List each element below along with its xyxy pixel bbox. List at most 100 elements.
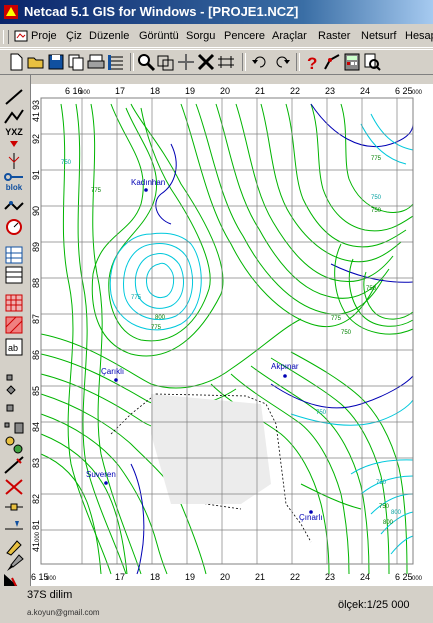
circle-draw-icon[interactable]	[3, 217, 25, 237]
menu-duzenle[interactable]: Düzenle	[89, 30, 129, 42]
menu-bar: Proje Çiz Düzenle Görüntü Sorgu Pencere …	[0, 27, 433, 48]
contour-line	[390, 535, 414, 555]
dimension-icon[interactable]	[3, 151, 25, 171]
top-axis-label: 24	[360, 86, 370, 96]
find-icon[interactable]	[362, 52, 382, 72]
menu-hesap[interactable]: Hesap	[405, 30, 433, 42]
contour-label: 750	[61, 160, 72, 166]
shaded-parcel	[151, 394, 271, 504]
point-insert-icon[interactable]	[3, 497, 25, 517]
trim-icon[interactable]	[3, 455, 25, 475]
symbol-block-icon[interactable]	[3, 417, 25, 437]
bottom-axis-label: 23	[325, 572, 335, 582]
copy-icon[interactable]	[66, 52, 86, 72]
grid-fill-icon[interactable]	[3, 293, 25, 313]
menu-ciz[interactable]: Çiz	[66, 30, 82, 42]
menu-goruntu[interactable]: Görüntü	[139, 30, 179, 42]
svg-text:?: ?	[307, 54, 317, 72]
contour-label: 800	[155, 315, 166, 321]
contour-line	[360, 475, 414, 495]
contour-line	[235, 103, 394, 282]
side-axis-label: 85	[31, 386, 41, 396]
side-axis-label: 93	[31, 100, 41, 110]
email-label: a.koyun@gmail.com	[27, 608, 100, 617]
contour-map[interactable]: 6 16000 17 18 19 20 21 22 23 24 6 25 0006 15000 17 1…	[31, 84, 433, 590]
contour-line	[180, 103, 377, 328]
contour-label: 750	[371, 208, 382, 214]
contour-line	[146, 262, 175, 299]
hatch-icon[interactable]	[3, 245, 25, 265]
blok-key-icon[interactable]	[3, 171, 25, 183]
contour-line	[290, 351, 408, 575]
redo-icon[interactable]	[272, 52, 292, 72]
svg-text:ab: ab	[8, 343, 18, 353]
curve-draw-icon[interactable]	[3, 197, 25, 217]
side-axis-label: 89	[31, 242, 41, 252]
line-draw-icon[interactable]	[3, 87, 25, 107]
contour-line	[370, 113, 414, 151]
bottom-axis-label: 22	[290, 572, 300, 582]
contour-line	[108, 107, 211, 342]
contour-label: 750	[366, 286, 377, 292]
side-axis-label: 84	[31, 422, 41, 432]
new-icon[interactable]	[6, 52, 26, 72]
symbol-diamond-icon[interactable]	[3, 381, 25, 401]
toolbar-separator	[130, 53, 134, 71]
place-label: Çınarlı	[299, 513, 323, 522]
menu-grip	[3, 30, 9, 44]
side-axis-label: 81	[31, 520, 41, 530]
text-icon[interactable]: ab	[3, 337, 25, 357]
left-toolbar: YXZ blok ab	[0, 75, 31, 595]
place-marker	[104, 481, 108, 485]
zone-label: 37S dilim	[27, 589, 73, 601]
menu-araclar[interactable]: Araçlar	[272, 30, 307, 42]
map-grid	[40, 97, 414, 565]
polyline-draw-icon[interactable]	[3, 107, 25, 127]
edit-line-icon[interactable]	[3, 517, 25, 537]
brush-icon[interactable]	[3, 553, 25, 573]
contour-label: 775	[91, 188, 102, 194]
contour-label: 775	[331, 316, 342, 322]
place-label: Kadınhan	[131, 178, 165, 187]
cut-icon[interactable]	[3, 435, 25, 455]
bottom-axis-label: 17	[115, 572, 125, 582]
side-axis-label: 91	[31, 170, 41, 180]
delete-icon[interactable]	[3, 477, 25, 497]
measure-icon[interactable]	[216, 52, 236, 72]
app-icon	[4, 5, 18, 19]
menu-sorgu[interactable]: Sorgu	[186, 30, 215, 42]
menu-proje[interactable]: Proje	[31, 30, 57, 42]
window-icon[interactable]	[156, 52, 176, 72]
area-fill-icon[interactable]	[3, 315, 25, 335]
save-icon[interactable]	[46, 52, 66, 72]
symbol-square-icon[interactable]	[3, 399, 25, 419]
window-title: Netcad 5.1 GIS for Windows - [PROJE1.NCZ…	[24, 4, 299, 19]
map-labels: 6 16000 17 18 19 20 21 22 23 24 6 25 0006 15000 17 1…	[31, 86, 423, 582]
cross-tool-icon[interactable]	[196, 52, 216, 72]
contour-line	[290, 399, 414, 426]
calculator-icon[interactable]	[342, 52, 362, 72]
open-icon[interactable]	[26, 52, 46, 72]
contour-line	[360, 123, 407, 165]
menu-netsurf[interactable]: Netsurf	[361, 30, 396, 42]
contour-line	[60, 103, 112, 575]
contour-line	[300, 483, 362, 510]
contour-line	[215, 103, 390, 299]
side-axis-label: 000	[35, 531, 41, 542]
bottom-axis-label: 19	[185, 572, 195, 582]
pan-icon[interactable]	[176, 52, 196, 72]
menu-raster[interactable]: Raster	[318, 30, 350, 42]
print-icon[interactable]	[86, 52, 106, 72]
contour-line	[40, 318, 302, 389]
scale-label: ölçek:1/25 000	[338, 599, 410, 611]
list-icon[interactable]	[106, 52, 126, 72]
zoom-icon[interactable]	[136, 52, 156, 72]
table-icon[interactable]	[3, 265, 25, 285]
menu-pencere[interactable]: Pencere	[224, 30, 265, 42]
help-icon[interactable]: ?	[302, 52, 322, 72]
bottom-axis-label: 20	[220, 572, 230, 582]
map-canvas[interactable]: 6 16 000 17 18 19 20 21 22 23 24 6 25 000 6 15 000 17 1…	[31, 84, 433, 590]
undo-icon[interactable]	[250, 52, 270, 72]
line-tool-icon[interactable]	[322, 52, 342, 72]
side-axis-label: 82	[31, 494, 41, 504]
